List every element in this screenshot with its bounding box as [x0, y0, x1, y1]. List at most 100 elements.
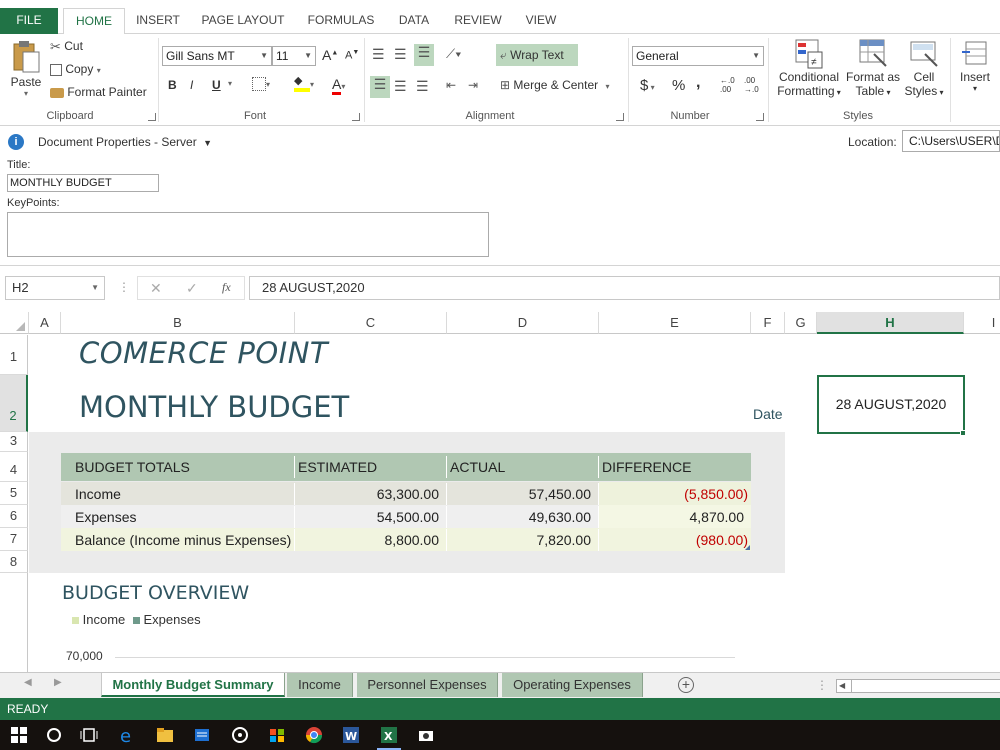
row-income-estimated[interactable]: 63,300.00 — [295, 483, 447, 505]
column-header-h[interactable]: H — [817, 312, 964, 334]
date-cell-selected[interactable]: 28 AUGUST,2020 — [817, 375, 965, 434]
camera-icon[interactable] — [417, 726, 435, 744]
row-balance-estimated[interactable]: 8,800.00 — [295, 529, 447, 551]
row-balance-label[interactable]: Balance (Income minus Expenses) — [61, 529, 295, 551]
conditional-formatting-button[interactable]: ≠ Conditional Formatting ▾ — [774, 38, 844, 98]
task-view-icon[interactable] — [80, 726, 98, 744]
edge-browser-icon[interactable]: e — [118, 726, 136, 744]
fill-handle[interactable] — [960, 430, 966, 436]
header-actual[interactable]: ACTUAL — [447, 456, 599, 478]
shrink-font-button[interactable]: A▼ — [345, 49, 359, 62]
underline-button[interactable]: U — [212, 78, 221, 92]
company-name[interactable]: COMERCE POINT — [79, 336, 328, 370]
format-as-table-button[interactable]: Format as Table ▾ — [844, 38, 902, 98]
increase-indent-button[interactable]: ⇥ — [468, 78, 478, 92]
insert-cells-button[interactable]: Insert ▾ — [956, 38, 994, 93]
formula-input[interactable]: 28 AUGUST,2020 — [249, 276, 1000, 300]
sheet-tab-personnel-expenses[interactable]: Personnel Expenses — [357, 673, 498, 697]
column-header-g[interactable]: G — [785, 312, 817, 334]
row-expenses-difference[interactable]: 4,870.00 — [599, 506, 751, 528]
news-app-icon[interactable] — [193, 726, 211, 744]
align-top-button[interactable]: ☰ — [372, 46, 385, 63]
enter-check-icon[interactable]: ✓ — [186, 280, 198, 297]
currency-button[interactable]: $ ▾ — [640, 77, 655, 94]
tab-page-layout[interactable]: PAGE LAYOUT — [192, 8, 294, 34]
row-header-5[interactable]: 5 — [0, 482, 28, 505]
row-header-6[interactable]: 6 — [0, 505, 28, 528]
font-color-button[interactable]: A▾ — [332, 76, 345, 95]
budget-overview-title[interactable]: BUDGET OVERVIEW — [62, 582, 249, 604]
chrome-icon[interactable] — [305, 726, 323, 744]
row-expenses-estimated[interactable]: 54,500.00 — [295, 506, 447, 528]
row-header-2[interactable]: 2 — [0, 375, 28, 432]
orientation-button[interactable]: ⟋▾ — [446, 46, 461, 62]
number-launcher-icon[interactable] — [756, 113, 764, 121]
fill-color-button[interactable]: ◆ ▾ — [294, 76, 314, 92]
date-label[interactable]: Date — [753, 406, 783, 422]
media-player-icon[interactable] — [231, 726, 249, 744]
horizontal-scrollbar[interactable]: ◀ — [836, 679, 1000, 693]
comma-button[interactable]: , — [696, 74, 700, 92]
font-name-dropdown[interactable]: Gill Sans MT ▼ — [162, 46, 272, 66]
row-income-difference[interactable]: (5,850.00) — [599, 483, 751, 505]
format-painter-button[interactable]: Format Painter — [50, 85, 147, 99]
store-icon[interactable] — [268, 726, 286, 744]
align-right-button[interactable]: ☰ — [416, 78, 429, 95]
row-header-8[interactable]: 8 — [0, 551, 28, 573]
header-estimated[interactable]: ESTIMATED — [295, 456, 447, 478]
font-size-dropdown[interactable]: 11 ▼ — [272, 46, 316, 66]
tab-formulas[interactable]: FORMULAS — [298, 8, 384, 34]
tab-view[interactable]: VIEW — [516, 8, 566, 34]
sheet-tab-income[interactable]: Income — [287, 673, 353, 697]
tab-home[interactable]: HOME — [63, 8, 125, 35]
excel-icon[interactable]: X — [380, 726, 398, 744]
add-sheet-icon[interactable]: + — [678, 677, 694, 693]
align-center-button[interactable]: ☰ — [394, 78, 407, 95]
number-format-dropdown[interactable]: General ▼ — [632, 46, 764, 66]
prev-sheet-icon[interactable]: ◀ — [24, 677, 32, 688]
cell-styles-button[interactable]: Cell Styles ▾ — [902, 38, 946, 98]
underline-dropdown-icon[interactable]: ▾ — [228, 79, 232, 88]
sheet-tab-operating-expenses[interactable]: Operating Expenses — [502, 673, 643, 697]
title-field[interactable]: MONTHLY BUDGET — [7, 174, 159, 192]
header-budget-totals[interactable]: BUDGET TOTALS — [61, 456, 295, 478]
column-header-e[interactable]: E — [599, 312, 751, 334]
word-icon[interactable]: W — [342, 726, 360, 744]
column-header-b[interactable]: B — [61, 312, 295, 334]
align-middle-button[interactable]: ☰ — [394, 46, 407, 63]
tab-file[interactable]: FILE — [0, 8, 58, 34]
select-all-corner[interactable] — [0, 312, 29, 334]
search-icon[interactable] — [45, 726, 63, 744]
row-expenses-label[interactable]: Expenses — [61, 506, 295, 528]
header-difference[interactable]: DIFFERENCE — [599, 456, 751, 478]
column-header-i[interactable]: I — [964, 312, 1000, 334]
sheet-title[interactable]: MONTHLY BUDGET — [79, 390, 349, 424]
column-header-f[interactable]: F — [751, 312, 785, 334]
windows-start-icon[interactable] — [10, 726, 28, 744]
paste-button[interactable]: Paste ▾ — [8, 40, 44, 98]
row-header-3[interactable]: 3 — [0, 432, 28, 452]
row-balance-difference[interactable]: (980.00) — [599, 529, 751, 551]
font-launcher-icon[interactable] — [352, 113, 360, 121]
column-header-c[interactable]: C — [295, 312, 447, 334]
row-header-1[interactable]: 1 — [0, 335, 28, 375]
tab-insert[interactable]: INSERT — [128, 8, 188, 34]
alignment-launcher-icon[interactable] — [616, 113, 624, 121]
cut-button[interactable]: ✂ Cut — [50, 39, 83, 55]
clipboard-launcher-icon[interactable] — [148, 113, 156, 121]
location-field[interactable]: C:\Users\USER\De — [902, 130, 1000, 152]
row-expenses-actual[interactable]: 49,630.00 — [447, 506, 599, 528]
tab-review[interactable]: REVIEW — [446, 8, 510, 34]
copy-button[interactable]: Copy ▾ — [50, 62, 101, 76]
italic-button[interactable]: I — [190, 78, 193, 92]
increase-decimal-button[interactable]: ←.0.00 — [720, 76, 735, 94]
document-properties-dropdown[interactable]: Document Properties - Server ▼ — [38, 135, 212, 149]
row-income-actual[interactable]: 57,450.00 — [447, 483, 599, 505]
decrease-indent-button[interactable]: ⇤ — [446, 78, 456, 92]
row-income-label[interactable]: Income — [61, 483, 295, 505]
grow-font-button[interactable]: A▲ — [322, 47, 338, 63]
file-explorer-icon[interactable] — [156, 726, 174, 744]
insert-function-icon[interactable]: fx — [222, 280, 231, 295]
column-header-d[interactable]: D — [447, 312, 599, 334]
borders-button[interactable]: ▾ — [252, 76, 270, 91]
